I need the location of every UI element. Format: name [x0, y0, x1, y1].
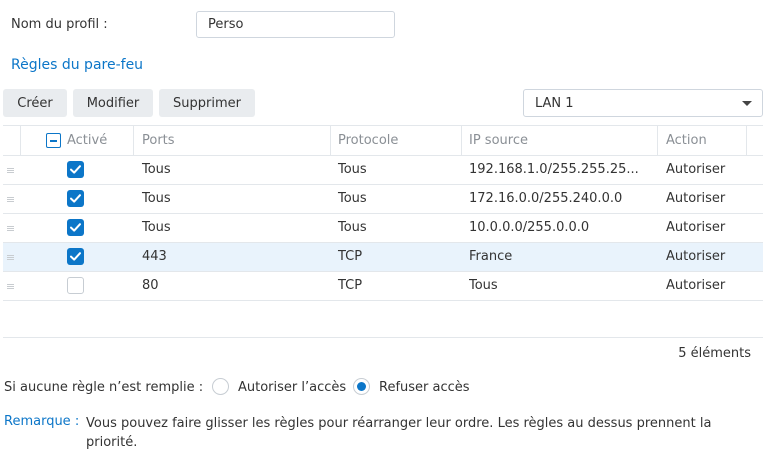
cell-action: Autoriser — [666, 191, 726, 206]
create-button[interactable]: Créer — [3, 89, 67, 117]
allow-access-label[interactable]: Autoriser l’accès — [238, 380, 346, 395]
cell-protocol: TCP — [338, 278, 363, 293]
cell-ports: Tous — [142, 220, 171, 235]
edit-button[interactable]: Modifier — [73, 89, 153, 117]
drag-handle-icon[interactable] — [7, 226, 14, 231]
checked-checkbox-icon[interactable] — [67, 219, 84, 236]
drag-handle-icon[interactable] — [7, 197, 14, 202]
table-footer-divider — [3, 337, 763, 338]
header-protocol[interactable]: Protocole — [338, 133, 398, 148]
checked-checkbox-icon[interactable] — [67, 248, 84, 265]
checked-checkbox-icon[interactable] — [67, 161, 84, 178]
table-row[interactable]: Tous Tous 192.168.1.0/255.255.25... Autoris… — [3, 156, 763, 185]
interface-select-value: LAN 1 — [535, 96, 574, 111]
profile-name-input[interactable] — [196, 11, 395, 38]
cell-action: Autoriser — [666, 220, 726, 235]
table-row[interactable]: 443 TCP France Autoriser — [3, 243, 763, 272]
table-header: Activé Ports Protocole IP source Action — [3, 126, 763, 156]
cell-source-ip: Tous — [469, 278, 498, 293]
indeterminate-checkbox-icon[interactable] — [46, 133, 61, 148]
drag-handle-icon[interactable] — [7, 255, 14, 260]
table-row[interactable]: Tous Tous 172.16.0.0/255.240.0.0 Autoriser — [3, 185, 763, 214]
deny-access-label[interactable]: Refuser accès — [379, 380, 470, 395]
cell-source-ip: 172.16.0.0/255.240.0.0 — [469, 191, 623, 206]
cell-action: Autoriser — [666, 162, 726, 177]
cell-source-ip: France — [469, 249, 513, 264]
unchecked-checkbox-icon[interactable] — [67, 277, 84, 294]
drag-handle-icon[interactable] — [7, 284, 14, 289]
header-source-ip[interactable]: IP source — [469, 133, 528, 148]
item-count: 5 éléments — [678, 346, 751, 361]
checked-checkbox-icon[interactable] — [67, 190, 84, 207]
header-enabled[interactable]: Activé — [67, 133, 107, 148]
chevron-down-icon — [742, 101, 752, 106]
cell-source-ip: 10.0.0.0/255.0.0.0 — [469, 220, 590, 235]
table-row[interactable]: Tous Tous 10.0.0.0/255.0.0.0 Autoriser — [3, 214, 763, 243]
deny-access-radio[interactable] — [353, 378, 370, 395]
header-action[interactable]: Action — [666, 133, 707, 148]
cell-protocol: Tous — [338, 220, 367, 235]
cell-protocol: Tous — [338, 191, 367, 206]
delete-button[interactable]: Supprimer — [159, 89, 255, 117]
cell-ports: Tous — [142, 162, 171, 177]
profile-name-label: Nom du profil : — [11, 17, 108, 32]
cell-source-ip: 192.168.1.0/255.255.25... — [469, 162, 639, 177]
firewall-rules-table: Activé Ports Protocole IP source Action … — [3, 125, 763, 370]
cell-action: Autoriser — [666, 278, 726, 293]
interface-select[interactable]: LAN 1 — [523, 89, 763, 117]
table-row[interactable]: 80 TCP Tous Autoriser — [3, 272, 763, 301]
cell-action: Autoriser — [666, 249, 726, 264]
cell-ports: 80 — [142, 278, 159, 293]
remark-label: Remarque : — [4, 414, 80, 429]
no-rule-label: Si aucune règle n’est remplie : — [4, 380, 204, 395]
cell-protocol: TCP — [338, 249, 363, 264]
section-title: Règles du pare-feu — [11, 57, 144, 73]
remark-text: Vous pouvez faire glisser les règles pou… — [86, 416, 712, 450]
header-ports[interactable]: Ports — [142, 133, 175, 148]
cell-ports: 443 — [142, 249, 167, 264]
cell-protocol: Tous — [338, 162, 367, 177]
cell-ports: Tous — [142, 191, 171, 206]
allow-access-radio[interactable] — [212, 378, 229, 395]
drag-handle-icon[interactable] — [7, 168, 14, 173]
